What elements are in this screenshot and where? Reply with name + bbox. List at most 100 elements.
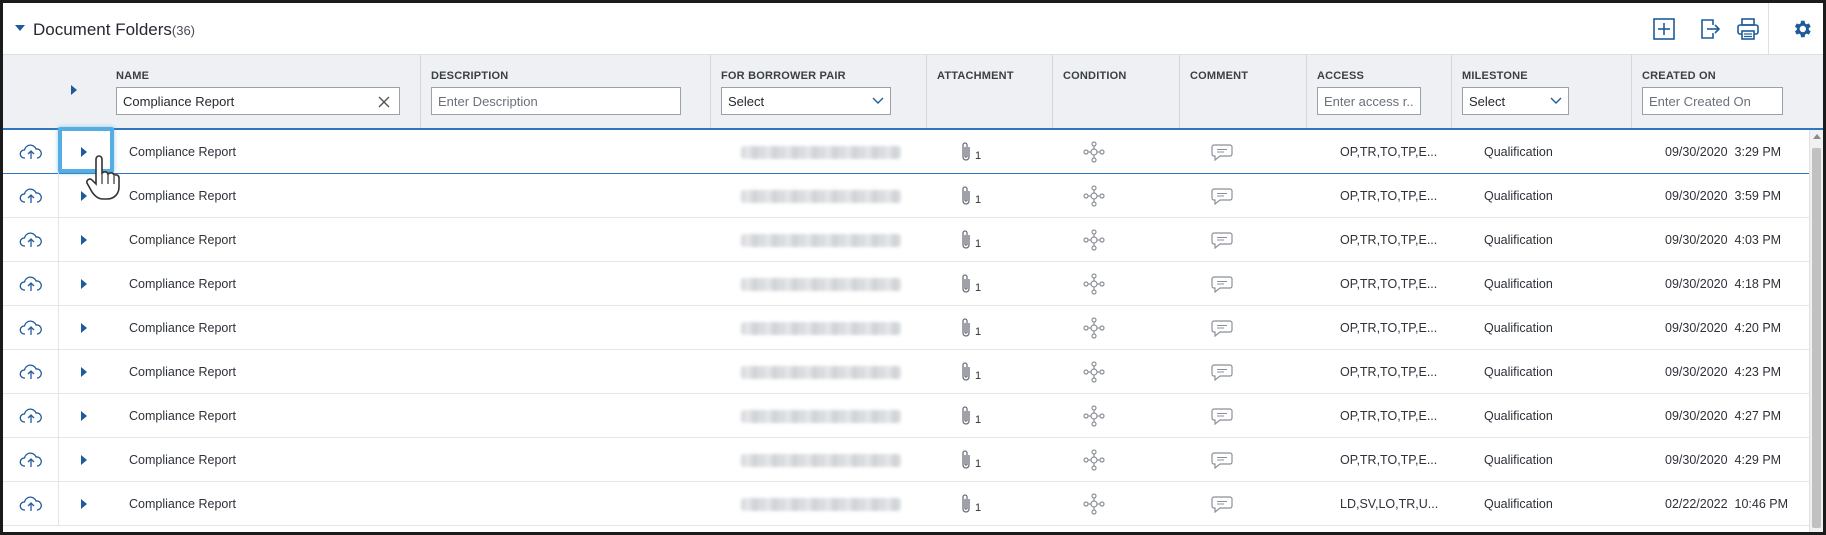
attachment-link[interactable]: 1 <box>960 438 1020 482</box>
upload-button[interactable] <box>3 130 59 174</box>
attachment-link[interactable]: 1 <box>960 262 1020 306</box>
access-filter-input[interactable] <box>1317 87 1421 115</box>
upload-button[interactable] <box>3 482 59 526</box>
borrower-pair-select[interactable]: Select <box>721 87 891 115</box>
condition-button[interactable] <box>1083 306 1109 350</box>
vertical-scrollbar[interactable] <box>1809 130 1823 532</box>
condition-button[interactable] <box>1083 218 1109 262</box>
row-name[interactable]: Compliance Report <box>129 350 409 394</box>
table-row[interactable]: Compliance Report 1 OP,TR,TO,TP,E... Qua… <box>3 262 1809 306</box>
attachment-link[interactable]: 1 <box>960 482 1020 526</box>
comment-button[interactable] <box>1211 394 1237 438</box>
condition-button[interactable] <box>1083 262 1109 306</box>
row-name[interactable]: Compliance Report <box>129 438 409 482</box>
table-row[interactable]: Compliance Report 1 OP,TR,TO,TP,E... Qua… <box>3 306 1809 350</box>
row-access: OP,TR,TO,TP,E... <box>1340 262 1450 306</box>
add-icon <box>1653 18 1675 40</box>
comment-button[interactable] <box>1211 218 1237 262</box>
attachment-link[interactable]: 1 <box>960 130 1020 174</box>
expand-row-button[interactable] <box>59 394 109 438</box>
upload-button[interactable] <box>3 218 59 262</box>
expand-row-button[interactable] <box>59 350 109 394</box>
row-name[interactable]: Compliance Report <box>129 262 409 306</box>
table-row[interactable]: Compliance Report 1 LD,SV,LO,TR,U... Qua… <box>3 482 1809 526</box>
expand-all-icon[interactable] <box>71 85 77 95</box>
comment-button[interactable] <box>1211 130 1237 174</box>
comment-button[interactable] <box>1211 174 1237 218</box>
upload-button[interactable] <box>3 394 59 438</box>
comment-button[interactable] <box>1211 350 1237 394</box>
upload-button[interactable] <box>3 438 59 482</box>
upload-button[interactable] <box>3 350 59 394</box>
upload-button[interactable] <box>3 262 59 306</box>
table-row[interactable]: Compliance Report 1 OP,TR,TO,TP,E... Qua… <box>3 218 1809 262</box>
row-time: 3:59 PM <box>1734 189 1782 203</box>
table-row[interactable]: Compliance Report 1 OP,TR,TO,TP,E... Qua… <box>3 174 1809 218</box>
condition-button[interactable] <box>1083 174 1109 218</box>
table-row[interactable]: Compliance Report 1 OP,TR,TO,TP,E... Qua… <box>3 350 1809 394</box>
add-folder-button[interactable] <box>1652 17 1676 41</box>
attachment-link[interactable]: 1 <box>960 218 1020 262</box>
row-name[interactable]: Compliance Report <box>129 482 409 526</box>
row-milestone-text: Qualification <box>1484 189 1553 203</box>
attachment-link[interactable]: 1 <box>960 306 1020 350</box>
expand-row-button[interactable] <box>59 130 109 174</box>
attachment-link[interactable]: 1 <box>960 174 1020 218</box>
collapse-caret-icon[interactable] <box>15 25 25 31</box>
expand-caret-icon <box>81 411 87 421</box>
row-name[interactable]: Compliance Report <box>129 306 409 350</box>
scroll-up-icon[interactable] <box>1813 134 1821 139</box>
attachment-count: 1 <box>975 414 982 426</box>
expand-row-button[interactable] <box>59 306 109 350</box>
table-row[interactable]: Compliance Report 1 OP,TR,TO,TP,E... Qua… <box>3 130 1809 174</box>
row-created-on: 09/30/2020 4:18 PM <box>1665 262 1809 306</box>
expand-row-button[interactable] <box>59 438 109 482</box>
condition-button[interactable] <box>1083 438 1109 482</box>
export-button[interactable] <box>1698 17 1722 41</box>
row-name[interactable]: Compliance Report <box>129 394 409 438</box>
upload-button[interactable] <box>3 174 59 218</box>
milestone-select[interactable]: Select <box>1462 87 1569 115</box>
expand-row-button[interactable] <box>59 262 109 306</box>
expand-row-button[interactable] <box>59 218 109 262</box>
expand-row-button[interactable] <box>59 174 109 218</box>
attachment-count: 1 <box>975 282 982 294</box>
description-filter-input[interactable] <box>431 87 681 115</box>
print-button[interactable] <box>1736 17 1760 41</box>
row-name-text: Compliance Report <box>129 453 236 467</box>
upload-button[interactable] <box>3 306 59 350</box>
expand-row-button[interactable] <box>59 482 109 526</box>
created-on-filter-input[interactable] <box>1642 87 1783 115</box>
redacted-borrower-pair <box>741 409 901 423</box>
settings-button[interactable] <box>1790 17 1814 41</box>
paperclip-icon <box>962 406 970 425</box>
comment-button[interactable] <box>1211 438 1237 482</box>
name-filter-input[interactable]: Compliance Report <box>116 87 400 115</box>
row-milestone: Qualification <box>1484 130 1614 174</box>
comment-button[interactable] <box>1211 482 1237 526</box>
condition-button[interactable] <box>1083 394 1109 438</box>
row-milestone-text: Qualification <box>1484 453 1553 467</box>
comment-button[interactable] <box>1211 262 1237 306</box>
cloud-upload-icon <box>19 408 42 423</box>
redacted-borrower-pair <box>741 453 901 467</box>
condition-button[interactable] <box>1083 350 1109 394</box>
redacted-borrower-pair <box>741 497 901 511</box>
clear-icon[interactable] <box>377 95 391 109</box>
attachment-link[interactable]: 1 <box>960 394 1020 438</box>
attachment-link[interactable]: 1 <box>960 350 1020 394</box>
row-name-text: Compliance Report <box>129 233 236 247</box>
scroll-thumb[interactable] <box>1812 148 1821 528</box>
row-name[interactable]: Compliance Report <box>129 130 409 174</box>
row-name[interactable]: Compliance Report <box>129 174 409 218</box>
row-name[interactable]: Compliance Report <box>129 218 409 262</box>
comment-button[interactable] <box>1211 306 1237 350</box>
condition-button[interactable] <box>1083 482 1109 526</box>
row-access: OP,TR,TO,TP,E... <box>1340 306 1450 350</box>
row-access-text: OP,TR,TO,TP,E... <box>1340 145 1438 159</box>
table-row[interactable]: Compliance Report 1 OP,TR,TO,TP,E... Qua… <box>3 394 1809 438</box>
row-access-text: OP,TR,TO,TP,E... <box>1340 453 1438 467</box>
paperclip-icon <box>962 274 970 293</box>
condition-button[interactable] <box>1083 130 1109 174</box>
table-row[interactable]: Compliance Report 1 OP,TR,TO,TP,E... Qua… <box>3 438 1809 482</box>
